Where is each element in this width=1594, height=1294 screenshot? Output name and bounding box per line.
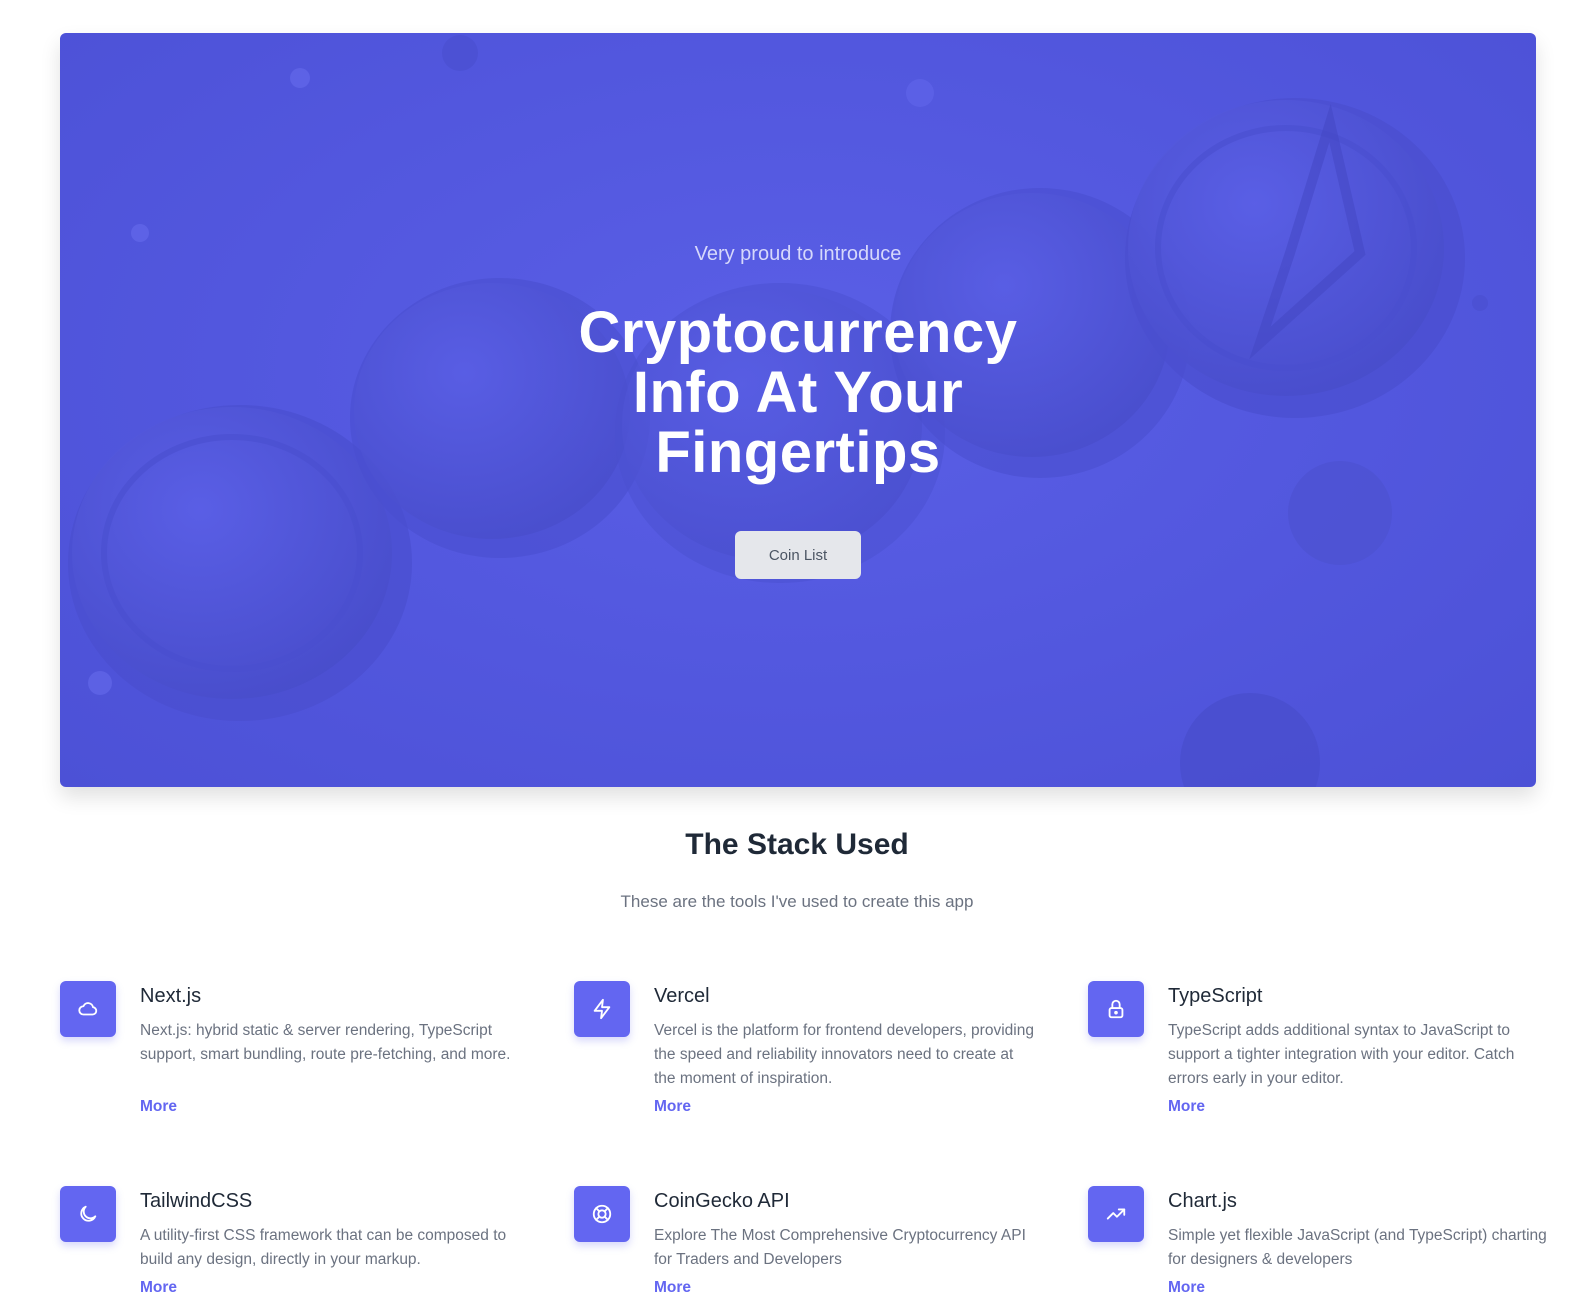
- feature-description: A utility-first CSS framework that can b…: [140, 1227, 507, 1268]
- hero-content: Very proud to introduce Cryptocurrency I…: [60, 33, 1536, 787]
- feature-description: Simple yet flexible JavaScript (and Type…: [1168, 1227, 1547, 1268]
- feature-more-link[interactable]: More: [654, 1279, 691, 1294]
- lock-icon: [1088, 981, 1144, 1037]
- lifebuoy-icon: [574, 1186, 630, 1242]
- feature-more-link[interactable]: More: [140, 1098, 177, 1116]
- feature-more-link[interactable]: More: [1168, 1098, 1205, 1116]
- stack-section-subtitle: These are the tools I've used to create …: [620, 892, 974, 911]
- feature-title: Chart.js: [1168, 1190, 1237, 1212]
- feature-title: Vercel: [654, 985, 710, 1007]
- feature-title: CoinGecko API: [654, 1190, 790, 1212]
- hero-title: Cryptocurrency Info At Your Fingertips: [60, 303, 1536, 483]
- feature-more-link[interactable]: More: [140, 1279, 177, 1294]
- moon-icon: [60, 1186, 116, 1242]
- stack-section-title: The Stack Used: [685, 828, 909, 861]
- hero-kicker-text: Very proud to introduce: [694, 243, 902, 265]
- feature-title: Next.js: [140, 985, 202, 1007]
- feature-more-link[interactable]: More: [1168, 1279, 1205, 1294]
- feature-description: Vercel is the platform for frontend deve…: [654, 1022, 1034, 1087]
- hero-title-line-3: Fingertips: [655, 420, 941, 485]
- trending-up-icon: [1088, 1186, 1144, 1242]
- feature-more-link[interactable]: More: [654, 1098, 691, 1116]
- feature-title: TypeScript: [1168, 985, 1263, 1007]
- hero-banner: Very proud to introduce Cryptocurrency I…: [60, 33, 1536, 787]
- feature-description: TypeScript adds additional syntax to Jav…: [1168, 1022, 1515, 1087]
- lightning-icon: [574, 981, 630, 1037]
- hero-title-line-2: Info At Your: [632, 360, 964, 425]
- feature-description: Next.js: hybrid static & server renderin…: [140, 1022, 511, 1063]
- feature-title: TailwindCSS: [140, 1190, 253, 1212]
- coin-list-button[interactable]: Coin List: [735, 531, 861, 579]
- cloud-icon: [60, 981, 116, 1037]
- hero-title-line-1: Cryptocurrency: [578, 300, 1018, 365]
- feature-description: Explore The Most Comprehensive Cryptocur…: [654, 1227, 1026, 1268]
